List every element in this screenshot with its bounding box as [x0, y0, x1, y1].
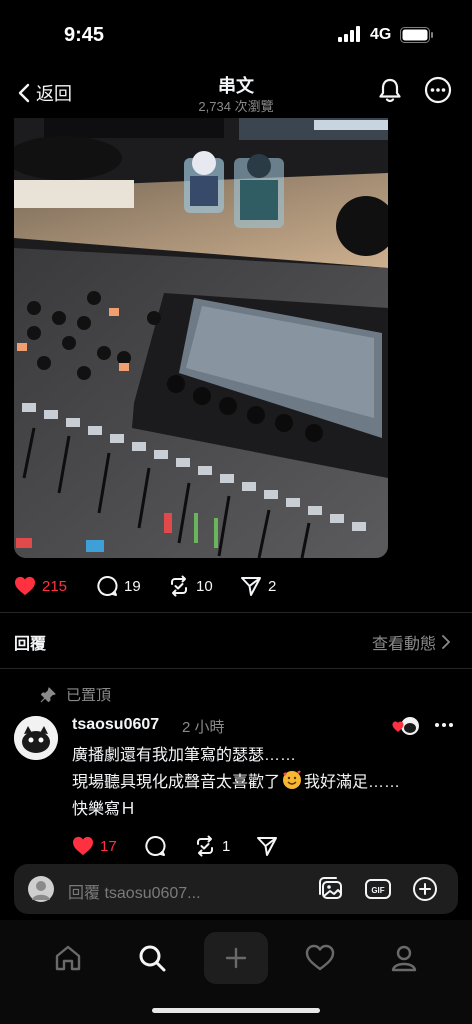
divider: [0, 612, 472, 613]
reply-like-count: 17: [100, 837, 117, 855]
profile-icon: [391, 945, 417, 972]
chevron-right-icon: [442, 635, 450, 649]
reply-line-2b: 我好滿足……: [304, 774, 401, 791]
repost-count: 10: [196, 577, 213, 595]
send-icon: [241, 577, 261, 596]
reply-input[interactable]: 回覆 tsaosu0607...: [68, 879, 201, 903]
repost-icon: [197, 835, 213, 857]
heart-filled-icon: [73, 836, 93, 856]
author-heart-icon: [392, 717, 419, 735]
figurine-right: [234, 154, 284, 228]
tab-home[interactable]: [50, 940, 86, 976]
comment-button[interactable]: 19: [96, 574, 141, 598]
reply-more-icon[interactable]: [434, 718, 454, 732]
bell-icon[interactable]: [376, 76, 404, 104]
image-attach-icon[interactable]: [318, 876, 344, 902]
reply-timestamp: 2 小時: [182, 719, 225, 736]
reply-repost-button[interactable]: 1: [194, 834, 230, 858]
pin-icon: [40, 686, 56, 702]
post-image[interactable]: [14, 118, 388, 558]
reply-line-3: 快樂寫Ｈ: [72, 801, 137, 818]
reply-send-icon[interactable]: [256, 835, 278, 857]
reply-line-2a: 現場聽具現化成聲音太喜歡了: [72, 774, 281, 791]
heart-outline-icon: [305, 944, 335, 971]
plus-icon: [225, 947, 247, 969]
comment-count: 19: [124, 577, 141, 595]
figurine-left: [184, 151, 224, 213]
heart-filled-icon: [15, 576, 35, 596]
search-icon: [139, 945, 166, 972]
smiling-hearts-emoji-icon: [282, 770, 302, 790]
repost-button[interactable]: 10: [168, 574, 213, 598]
status-time: 9:45: [64, 24, 105, 46]
reply-username[interactable]: tsaosu0607: [72, 716, 159, 734]
like-button[interactable]: 215: [14, 574, 67, 598]
divider: [0, 668, 472, 669]
replies-heading: 回覆: [14, 636, 47, 653]
reply-line-2: 現場聽具現化成聲音太喜歡了 我好滿足……: [72, 769, 462, 796]
default-user-icon: [32, 881, 50, 900]
author-liked-badge: [392, 716, 420, 736]
view-activity-link[interactable]: 查看動態: [372, 630, 450, 654]
battery-icon: [400, 27, 433, 43]
repost-icon: [171, 575, 187, 597]
comment-icon: [97, 576, 118, 596]
reply-comment-icon[interactable]: [144, 835, 166, 857]
composer-avatar: [28, 876, 54, 902]
like-count: 215: [42, 577, 68, 595]
home-indicator: [152, 1008, 320, 1013]
mixer-photo-illustration: [14, 118, 388, 558]
reply-like-button[interactable]: 17: [72, 834, 117, 858]
tab-create[interactable]: [204, 932, 268, 984]
network-label: 4G: [370, 26, 392, 43]
pinned-label: 已置頂: [66, 687, 112, 704]
more-options-icon[interactable]: [424, 76, 452, 104]
home-icon: [55, 945, 81, 971]
share-count: 2: [268, 577, 277, 595]
reply-repost-count: 1: [222, 837, 231, 855]
tab-profile[interactable]: [386, 940, 422, 976]
share-button[interactable]: 2: [240, 574, 276, 598]
view-activity-label: 查看動態: [371, 636, 436, 653]
svg-text:GIF: GIF: [371, 886, 384, 895]
reply-line-1: 廣播劇還有我加筆寫的瑟瑟……: [72, 747, 297, 764]
reply-text: 廣播劇還有我加筆寫的瑟瑟…… 現場聽具現化成聲音太喜歡了 我好滿足…… 快樂寫Ｈ: [72, 742, 462, 823]
pinned-indicator: 已置頂: [40, 684, 111, 705]
add-circle-icon[interactable]: [412, 876, 438, 902]
gif-icon[interactable]: GIF: [364, 876, 392, 902]
tab-activity[interactable]: [302, 940, 338, 976]
signal-icon: [338, 26, 360, 42]
cat-avatar-icon: [14, 716, 58, 760]
tab-search[interactable]: [134, 940, 170, 976]
avatar[interactable]: [14, 716, 58, 760]
